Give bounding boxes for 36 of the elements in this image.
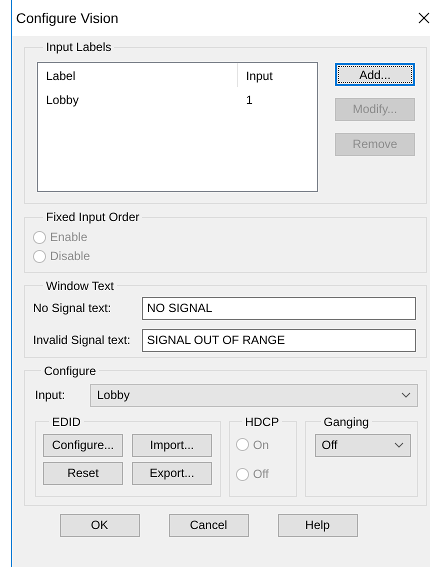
button[interactable]: OK (60, 514, 140, 537)
list-view[interactable]: Label Input Lobby 1 (37, 62, 318, 192)
ganging-dropdown[interactable]: Off (314, 434, 412, 457)
dropdown-value: Lobby (97, 388, 130, 402)
dropdown-value: Off (322, 438, 338, 452)
button[interactable]: Configure... (43, 434, 123, 457)
group-label: EDID (51, 414, 82, 429)
group-label: Fixed Input Order (45, 210, 140, 224)
group-label: Configure (43, 364, 98, 378)
table-cell-text: 1 (245, 92, 253, 109)
chevron-icon (394, 442, 404, 448)
radio-label: Enable (50, 230, 88, 244)
group-label: HDCP (244, 414, 280, 429)
button[interactable]: Reset (43, 462, 123, 485)
column-header[interactable]: Label (38, 63, 238, 87)
group-label: Ganging (322, 414, 370, 429)
table-cell-text: Lobby (45, 92, 80, 109)
window-title: Configure Vision (16, 10, 118, 26)
text-field[interactable]: SIGNAL OUT OF RANGE (142, 328, 416, 352)
text-field[interactable]: NO SIGNAL (142, 296, 416, 320)
close-icon[interactable] (418, 12, 430, 24)
button[interactable]: Import... (132, 434, 212, 457)
group-label: Window Text (45, 278, 115, 293)
column-header[interactable]: Input (238, 63, 317, 87)
button[interactable]: Add... (335, 63, 415, 86)
radio-label: On (252, 438, 269, 452)
field-label: Invalid Signal text: (33, 333, 132, 348)
button[interactable]: Cancel (168, 514, 248, 537)
group-label: Input Labels (45, 40, 112, 54)
button[interactable]: Export... (132, 462, 212, 485)
field-label: Input: (35, 388, 66, 402)
field-label: No Signal text: (33, 301, 112, 316)
radio-label: Off (252, 467, 269, 482)
chevron-icon (401, 392, 411, 398)
button[interactable]: Help (278, 514, 358, 537)
radio-label: Disable (50, 249, 90, 264)
